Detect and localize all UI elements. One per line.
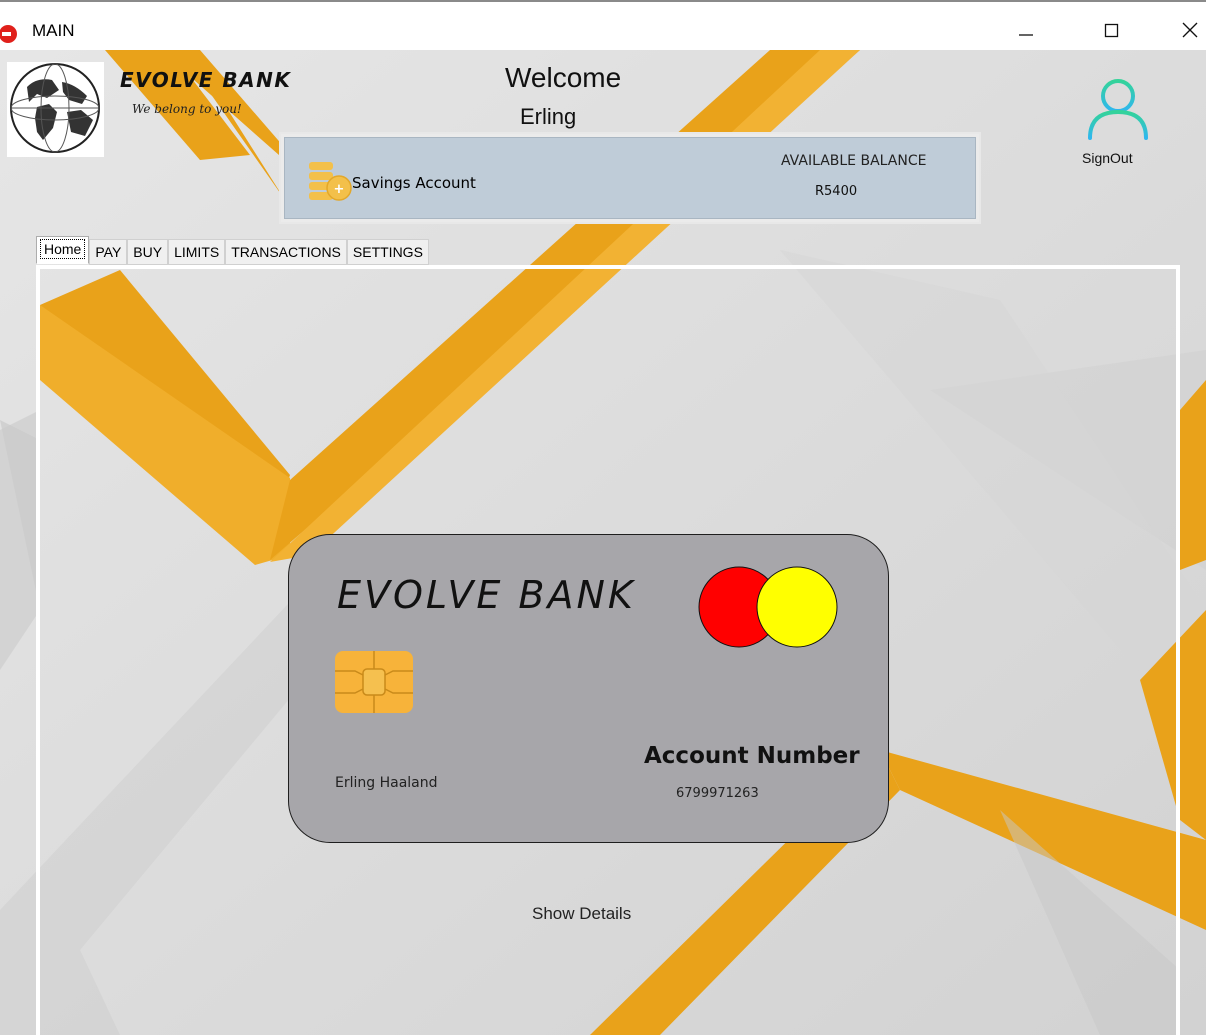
tab-home-label: Home [39,239,86,259]
show-details-link[interactable]: Show Details [532,904,631,924]
tab-limits[interactable]: LIMITS [168,239,226,265]
coins-icon: + [309,162,352,201]
main-tab-strip: Home PAY BUY LIMITS TRANSACTIONS SETTING… [36,236,429,265]
minimize-icon [1019,34,1033,36]
tab-home[interactable]: Home [36,236,90,264]
available-balance-value: R5400 [815,184,858,199]
chip-icon [335,651,413,713]
close-icon [1182,22,1198,38]
maximize-icon [1104,23,1119,38]
account-summary-inner: + Savings Account AVAILABLE BALANCE R540… [284,137,976,219]
card-bank-name: EVOLVE BANK [337,573,636,617]
tab-buy[interactable]: BUY [127,239,169,265]
bank-card: EVOLVE BANK Erling Haaland Account Numbe… [288,534,889,843]
account-type: Savings Account [352,174,476,192]
signout-label: SignOut [1082,150,1133,166]
minimize-button[interactable] [996,10,1056,50]
main-form: EVOLVE BANK We belong to you! Welcome Er… [0,50,1206,1035]
window-titlebar: MAIN [0,0,1206,50]
card-network-logo [698,566,838,648]
tab-settings[interactable]: SETTINGS [346,239,429,265]
user-icon [1088,79,1148,140]
close-button[interactable] [1160,10,1206,50]
card-holder-name: Erling Haaland [335,775,438,791]
account-summary-panel: + Savings Account AVAILABLE BALANCE R540… [279,132,981,224]
bank-slogan: We belong to you! [132,102,242,116]
account-number-label: Account Number [644,743,860,769]
tab-pay[interactable]: PAY [89,239,128,265]
signout-button[interactable]: SignOut [1076,74,1156,174]
maximize-button[interactable] [1082,10,1142,50]
user-first-name: Erling [520,104,577,129]
available-balance-label: AVAILABLE BALANCE [781,153,927,169]
tab-transactions[interactable]: TRANSACTIONS [225,239,347,265]
account-number-value: 6799971263 [676,786,759,801]
welcome-heading: Welcome [505,62,622,93]
bank-logo [7,62,104,157]
bank-name: EVOLVE BANK [120,68,292,92]
window-title: MAIN [32,21,75,40]
app-icon [0,25,17,43]
svg-text:+: + [334,182,345,197]
globe-icon [10,63,100,153]
